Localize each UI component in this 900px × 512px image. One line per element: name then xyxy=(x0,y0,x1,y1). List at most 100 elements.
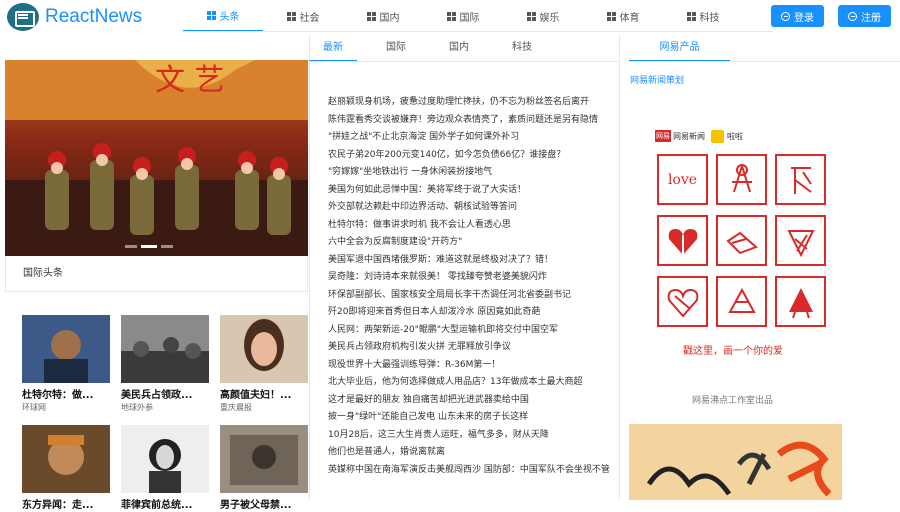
doodle-icon xyxy=(731,163,752,192)
svg-text:文 艺: 文 艺 xyxy=(155,63,225,98)
tabs-divider xyxy=(629,61,900,62)
login-label: 登录 xyxy=(794,12,814,24)
image-news-grid: 杜特尔特：做... 环球网 美民兵占领政... 地球外参 高颜值夫妇！... 重… xyxy=(5,315,308,512)
nav-divider xyxy=(183,31,773,32)
love-text: love xyxy=(667,171,698,188)
image-news-item[interactable]: 男子被父母禁... xyxy=(220,425,308,512)
news-link[interactable]: 北大毕业后，他为何选择做成人用品店？13年做成本土最大商超 xyxy=(328,374,613,392)
news-link[interactable]: 六中全会为反腐制度建设"开药方" xyxy=(328,234,613,252)
register-icon xyxy=(848,11,857,21)
register-label: 注册 xyxy=(861,12,881,24)
image-news-item[interactable]: 高颜值夫妇！... 重庆晨报 xyxy=(220,315,308,413)
nav-item-tech[interactable]: 科技 xyxy=(663,0,743,32)
image-news-item[interactable]: 菲律宾前总统... xyxy=(121,425,209,512)
news-image xyxy=(220,425,308,493)
carousel-image: 文 艺 xyxy=(5,60,308,256)
news-link[interactable]: "穷嫁嫁"坐地铁出行 一身休闲装扮接地气 xyxy=(328,164,613,182)
news-link[interactable]: 10月28后，这三大生肖贵人运旺，福气多多，财从天降 xyxy=(328,427,613,445)
banner-image xyxy=(629,424,842,500)
tab-tech[interactable]: 科技 xyxy=(498,34,546,62)
draw-love-promo[interactable]: 网易 网易新闻 啦啦 love xyxy=(655,128,826,327)
register-button[interactable]: 注册 xyxy=(838,5,891,27)
news-link[interactable]: 英媒称中国在南海军演反击美舰闯西沙 国防部：中国军队不会坐视不管 xyxy=(328,462,613,480)
nav-item-sports[interactable]: 体育 xyxy=(583,0,663,32)
news-link[interactable]: 人民网：两架新运-20"鲲鹏"大型运输机即将交付中国空军 xyxy=(328,322,613,340)
tab-international[interactable]: 国际 xyxy=(372,34,420,62)
header: ReactNews 头条 社会 国内 国际 娱乐 体育 科技 登录 注册 xyxy=(0,0,900,34)
news-title: 美民兵占领政... xyxy=(121,390,193,401)
top-nav: 头条 社会 国内 国际 娱乐 体育 科技 xyxy=(183,0,773,32)
news-link[interactable]: 披一身"绿叶"还能自己发电 山东未来的房子长这样 xyxy=(328,409,613,427)
brand-lala-label: 啦啦 xyxy=(727,131,743,141)
nav-item-society[interactable]: 社会 xyxy=(263,0,343,32)
logo-icon xyxy=(7,3,39,31)
news-link[interactable]: 歼20即将迎来首秀但日本人却泼冷水 原因竟如此奇葩 xyxy=(328,304,613,322)
grid-icon xyxy=(366,11,376,21)
image-news-item[interactable]: 美民兵占领政... 地球外参 xyxy=(121,315,209,413)
logo-text: ReactNews xyxy=(45,6,143,27)
tab-domestic[interactable]: 国内 xyxy=(435,34,483,62)
heart-icon xyxy=(667,288,698,318)
tab-netease-products[interactable]: 网易产品 xyxy=(629,34,730,62)
news-link[interactable]: 美民兵占领政府机构引发火拼 无罪释放引争议 xyxy=(328,339,613,357)
news-title: 男子被父母禁... xyxy=(220,500,292,511)
drawing-cell xyxy=(657,276,708,327)
news-link[interactable]: 环保部副部长、国家核安全局局长李干杰调任河北省委副书记 xyxy=(328,287,613,305)
news-title: 东方异闻：走... xyxy=(22,500,94,511)
news-link[interactable]: 他们也是普通人，婚说离就离 xyxy=(328,444,613,462)
doodle-icon xyxy=(725,231,758,254)
news-image xyxy=(22,315,110,383)
login-button[interactable]: 登录 xyxy=(771,5,824,27)
grid-icon xyxy=(206,10,216,20)
promo-banner[interactable] xyxy=(629,424,842,500)
card-title: 国际头条 xyxy=(5,256,308,292)
image-news-item[interactable]: 杜特尔特：做... 环球网 xyxy=(22,315,110,413)
nav-item-domestic[interactable]: 国内 xyxy=(343,0,423,32)
image-news-item[interactable]: 东方异闻：走... xyxy=(22,425,110,512)
carousel-dots[interactable] xyxy=(125,245,173,248)
news-link[interactable]: 这才是最好的朋友 独自痛苦却把光进武器卖给中国 xyxy=(328,392,613,410)
headline-carousel[interactable]: 文 艺 xyxy=(5,60,308,256)
news-link[interactable]: 外交部就达赖赴中印边界活动、朝核试验等答问 xyxy=(328,199,613,217)
lala-logo xyxy=(711,129,724,143)
drawing-cell xyxy=(775,215,826,266)
news-link[interactable]: 陈伟霆看秀交谈被嫌弃！旁边观众表情亮了，素质问题还是另有隐情 xyxy=(328,112,613,130)
heart-icon xyxy=(668,228,697,255)
news-image xyxy=(220,315,308,383)
news-image xyxy=(22,425,110,493)
news-source: 环球网 xyxy=(22,403,46,412)
news-list: 赵丽颖现身机场，疲惫过度助理忙搀扶，仍不忘为粉丝签名后离开 陈伟霆看秀交谈被嫌弃… xyxy=(328,94,613,479)
netease-news-logo: 网易 xyxy=(655,130,671,142)
promo-brands: 网易 网易新闻 啦啦 xyxy=(655,128,825,144)
news-link[interactable]: 现役世界十大最强训练导弹：R-36M第一！ xyxy=(328,357,613,375)
drawing-cell: love xyxy=(657,154,708,205)
nav-item-headline[interactable]: 头条 xyxy=(183,0,263,32)
news-title: 菲律宾前总统... xyxy=(121,500,193,511)
drawing-cell xyxy=(716,276,767,327)
tabs-divider xyxy=(309,61,619,62)
promo-caption[interactable]: 戳这里，画一个你的爱 xyxy=(683,342,783,357)
news-link[interactable]: "拼娃之战"不止北京海淀 国外学子如何课外补习 xyxy=(328,129,613,147)
nav-item-label: 国内 xyxy=(379,12,400,24)
news-link[interactable]: 吴奇隆：刘诗诗本来就很美！ 零找臻夸赞老婆美貌闪炸 xyxy=(328,269,613,287)
drawing-cell xyxy=(716,154,767,205)
left-column: 文 艺 国际头条 xyxy=(5,60,308,292)
logo[interactable]: ReactNews xyxy=(7,3,142,31)
news-link[interactable]: 美国军退中国西堵俄罗斯：难道这就是终极对决了？错！ xyxy=(328,252,613,270)
grid-icon xyxy=(606,11,616,21)
tab-latest[interactable]: 最新 xyxy=(309,34,357,62)
nav-item-international[interactable]: 国际 xyxy=(423,0,503,32)
middle-tabs: 最新 国际 国内 科技 xyxy=(309,34,619,62)
news-link[interactable]: 赵丽颖现身机场，疲惫过度助理忙搀扶，仍不忘为粉丝签名后离开 xyxy=(328,94,613,112)
column-divider xyxy=(309,34,310,500)
doodle-icon xyxy=(727,287,756,313)
news-link[interactable]: 美国为何如此忌惮中国：美将军终于说了大实话！ xyxy=(328,182,613,200)
nav-item-label: 国际 xyxy=(459,12,480,24)
studio-caption: 网易沸点工作室出品 xyxy=(692,396,774,406)
drawing-cell xyxy=(657,215,708,266)
drawing-grid: love xyxy=(655,154,826,327)
news-link[interactable]: 农民子弟20年200元变140亿，如今怎负债66亿？谁接盘？ xyxy=(328,147,613,165)
nav-item-entertainment[interactable]: 娱乐 xyxy=(503,0,583,32)
netease-feature-link[interactable]: 网易新闻策划 xyxy=(630,73,684,86)
news-link[interactable]: 杜特尔特：做事讲求时机 我不会让人看透心思 xyxy=(328,217,613,235)
